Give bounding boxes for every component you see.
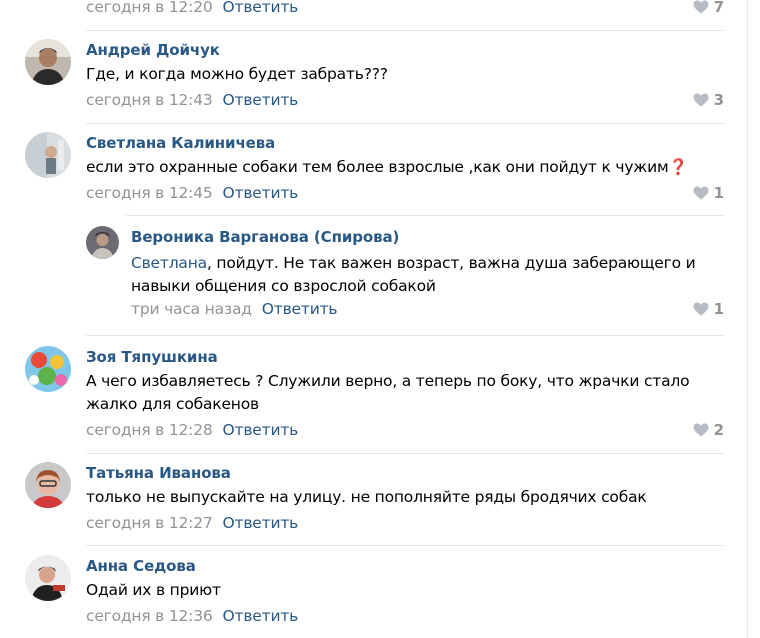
comment-meta: сегодня в 12:27 Ответить — [86, 514, 298, 532]
reply-link[interactable]: Ответить — [223, 0, 299, 16]
like-button[interactable]: 1 — [693, 184, 724, 202]
comment-meta: сегодня в 12:36 Ответить — [86, 607, 298, 625]
like-button[interactable]: 1 — [693, 300, 724, 318]
comment-text: Где, и когда можно будет забрать??? — [86, 65, 388, 83]
reply-link[interactable]: Ответить — [262, 300, 338, 318]
comment-text: только не выпускайте на улицу. не пополн… — [86, 488, 647, 506]
heart-icon — [693, 0, 709, 14]
comment-time[interactable]: сегодня в 12:28 — [86, 421, 213, 439]
comment-author[interactable]: Зоя Тяпушкина — [86, 348, 218, 366]
reply-link[interactable]: Ответить — [223, 91, 299, 109]
avatar[interactable] — [25, 346, 71, 392]
separator — [86, 123, 725, 124]
like-count: 2 — [713, 421, 724, 439]
mention-link[interactable]: Светлана — [131, 254, 207, 272]
comment-time[interactable]: сегодня в 12:27 — [86, 514, 213, 532]
comment-meta: три часа назад Ответить — [131, 300, 338, 318]
avatar[interactable] — [25, 462, 71, 508]
comment-time[interactable]: сегодня в 12:20 — [86, 0, 213, 16]
comment-meta: сегодня в 12:45 Ответить — [86, 184, 298, 202]
reply-link[interactable]: Ответить — [223, 421, 299, 439]
separator — [86, 453, 725, 454]
comment-text: если это охранные собаки тем более взрос… — [86, 158, 688, 176]
comment-time[interactable]: сегодня в 12:43 — [86, 91, 213, 109]
heart-icon — [693, 93, 709, 107]
comment-meta: сегодня в 12:20 Ответить — [86, 0, 298, 16]
heart-icon — [693, 302, 709, 316]
like-button[interactable]: 2 — [693, 421, 724, 439]
like-count: 3 — [713, 91, 724, 109]
like-count: 1 — [713, 184, 724, 202]
reply-link[interactable]: Ответить — [223, 514, 299, 532]
separator — [86, 545, 725, 546]
comment-text: А чего избавляетесь ? Служили верно, а т… — [86, 372, 690, 413]
comment-author[interactable]: Вероника Варганова (Спирова) — [131, 228, 399, 246]
comment-time[interactable]: сегодня в 12:45 — [86, 184, 213, 202]
comment-author[interactable]: Светлана Калиничева — [86, 134, 275, 152]
separator — [86, 30, 725, 31]
separator — [86, 335, 725, 336]
like-button[interactable]: 7 — [693, 0, 724, 16]
right-border — [747, 0, 748, 638]
comment-text-body: , пойдут. Не так важен возраст, важна ду… — [131, 254, 696, 295]
comment-author[interactable]: Андрей Дойчук — [86, 41, 220, 59]
separator — [126, 215, 725, 216]
comment-author[interactable]: Татьяна Иванова — [86, 464, 231, 482]
like-count: 7 — [713, 0, 724, 16]
like-count: 1 — [713, 300, 724, 318]
heart-icon — [693, 423, 709, 437]
comment-author[interactable]: Анна Седова — [86, 557, 196, 575]
comment-time[interactable]: три часа назад — [131, 300, 252, 318]
comment-text: Одай их в приют — [86, 581, 221, 599]
reply-link[interactable]: Ответить — [223, 607, 299, 625]
comment-text: Светлана, пойдут. Не так важен возраст, … — [131, 252, 716, 298]
like-button[interactable]: 3 — [693, 91, 724, 109]
comment-meta: сегодня в 12:28 Ответить — [86, 421, 298, 439]
avatar[interactable] — [25, 39, 71, 85]
reply-link[interactable]: Ответить — [223, 184, 299, 202]
comment-meta: сегодня в 12:43 Ответить — [86, 91, 298, 109]
avatar[interactable] — [25, 132, 71, 178]
avatar[interactable] — [86, 226, 119, 259]
heart-icon — [693, 186, 709, 200]
comment-time[interactable]: сегодня в 12:36 — [86, 607, 213, 625]
avatar[interactable] — [25, 555, 71, 601]
